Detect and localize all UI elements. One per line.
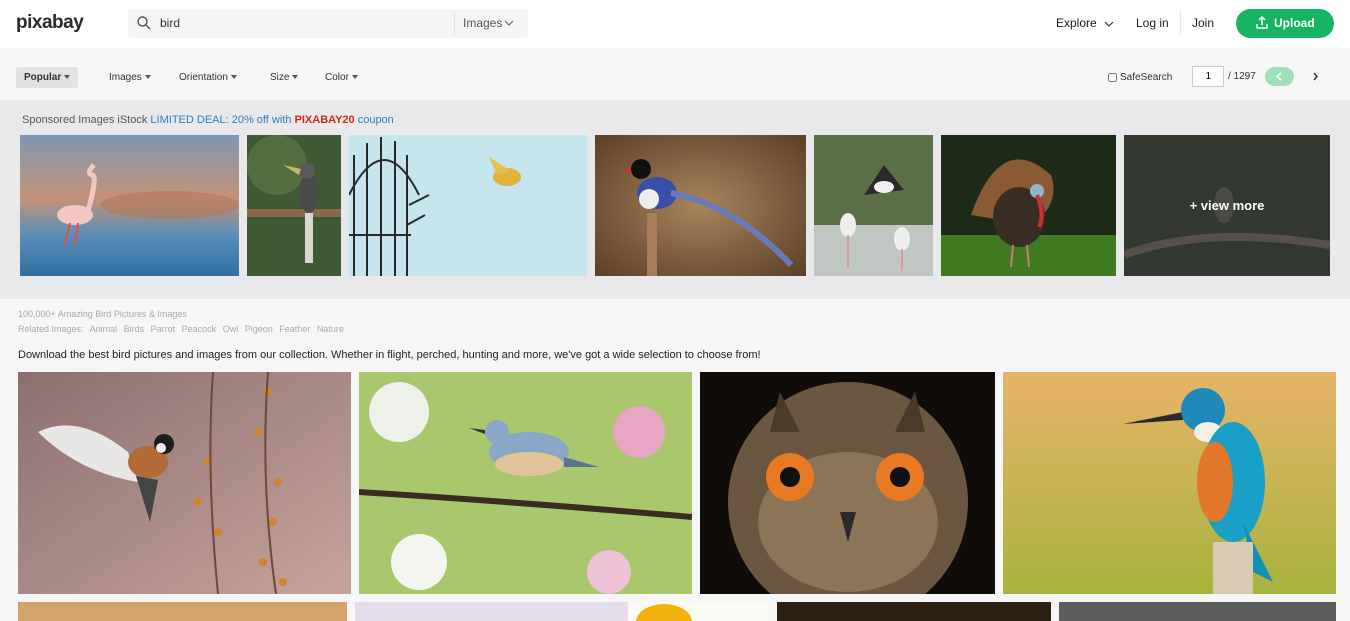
gallery-image-tit-in-flight[interactable] xyxy=(18,372,351,594)
search-bar: Images xyxy=(128,9,528,38)
sponsored-image-turkey[interactable] xyxy=(941,135,1116,276)
join-link[interactable]: Join xyxy=(1192,16,1214,30)
filter-images[interactable]: Images xyxy=(109,67,151,88)
header-bar: pixabay Images Explore Log in Join Uploa… xyxy=(0,0,1350,48)
nuthatch-photo xyxy=(359,372,692,594)
filter-orientation[interactable]: Orientation xyxy=(179,67,237,88)
page-total: / 1297 xyxy=(1228,71,1256,82)
chevron-down-icon xyxy=(1104,21,1114,27)
related-label: Related Images: xyxy=(18,324,84,334)
chevron-right-icon xyxy=(1313,72,1318,81)
filter-label: Images xyxy=(109,72,142,83)
chevron-left-icon xyxy=(1275,72,1282,81)
sponsored-view-more[interactable]: + view more xyxy=(1124,135,1330,276)
storks-photo xyxy=(814,135,933,276)
view-more-label: + view more xyxy=(1189,198,1265,213)
related-images: Related Images: Animal Birds Parrot Peac… xyxy=(18,324,348,334)
filter-label: Color xyxy=(325,72,349,83)
related-link-nature[interactable]: Nature xyxy=(317,324,344,334)
caret-down-icon xyxy=(64,75,71,80)
caret-down-icon xyxy=(230,75,237,80)
safesearch-checkbox[interactable] xyxy=(1108,72,1117,82)
filter-bar: Popular Images Orientation Size Color Sa… xyxy=(0,48,1350,100)
gallery-image-row2-3[interactable] xyxy=(628,602,769,621)
gallery-image-row2-2[interactable] xyxy=(355,602,628,621)
pixabay-logo[interactable]: pixabay xyxy=(16,12,84,34)
tit-in-flight-photo xyxy=(18,372,351,594)
gallery-image-row2-4[interactable] xyxy=(777,602,1051,621)
upload-label: Upload xyxy=(1274,16,1315,30)
upload-icon xyxy=(1256,16,1268,29)
caret-down-icon xyxy=(292,75,299,80)
sponsored-image-flamingo[interactable] xyxy=(20,135,239,276)
related-link-parrot[interactable]: Parrot xyxy=(151,324,176,334)
sponsored-prefix: Sponsored Images iStock xyxy=(22,114,148,126)
nav-divider xyxy=(1180,11,1181,35)
filter-size[interactable]: Size xyxy=(270,67,299,88)
related-link-owl[interactable]: Owl xyxy=(223,324,239,334)
filter-popular[interactable]: Popular xyxy=(16,67,79,88)
deal-link[interactable]: LIMITED DEAL: 20% off with xyxy=(150,114,291,126)
gallery-image-nuthatch[interactable] xyxy=(359,372,692,594)
gallery-image-row2-1[interactable] xyxy=(18,602,347,621)
filter-label: Orientation xyxy=(179,72,228,83)
related-link-pigeon[interactable]: Pigeon xyxy=(245,324,273,334)
related-link-birds[interactable]: Birds xyxy=(124,324,145,334)
explore-menu[interactable]: Explore xyxy=(1056,16,1114,30)
next-page-button[interactable] xyxy=(1303,67,1327,86)
sponsored-image-storks[interactable] xyxy=(814,135,933,276)
sponsored-image-hornbill[interactable] xyxy=(247,135,341,276)
blue-magpie-photo xyxy=(595,135,806,276)
results-description: Download the best bird pictures and imag… xyxy=(18,349,761,361)
turkey-photo xyxy=(941,135,1116,276)
flamingo-photo xyxy=(20,135,239,276)
safesearch-toggle[interactable]: SafeSearch xyxy=(1108,72,1172,83)
sponsored-section: Sponsored Images iStock LIMITED DEAL: 20… xyxy=(0,100,1350,299)
search-icon xyxy=(137,16,151,30)
search-input[interactable] xyxy=(160,12,450,34)
related-link-feather[interactable]: Feather xyxy=(279,324,310,334)
gallery-image-owl[interactable] xyxy=(700,372,995,594)
bird-cage-photo xyxy=(349,135,587,276)
page-number-input[interactable] xyxy=(1192,66,1224,87)
login-link[interactable]: Log in xyxy=(1136,16,1169,30)
hornbill-photo xyxy=(247,135,341,276)
related-link-animal[interactable]: Animal xyxy=(90,324,118,334)
results-title: 100,000+ Amazing Bird Pictures & Images xyxy=(18,309,187,319)
owl-photo xyxy=(700,372,995,594)
yellow-bird-photo xyxy=(636,604,692,621)
gallery-image-row2-5[interactable] xyxy=(1059,602,1336,621)
search-type-label: Images xyxy=(463,16,503,30)
safesearch-label: SafeSearch xyxy=(1120,72,1173,83)
chevron-down-icon xyxy=(504,20,514,26)
sponsored-image-blue-magpie[interactable] xyxy=(595,135,806,276)
sponsored-banner: Sponsored Images iStock LIMITED DEAL: 20… xyxy=(22,114,394,126)
related-link-peacock[interactable]: Peacock xyxy=(182,324,217,334)
caret-down-icon xyxy=(144,75,151,80)
filter-label: Popular xyxy=(24,72,62,83)
prev-page-button[interactable] xyxy=(1265,67,1294,86)
explore-label: Explore xyxy=(1056,16,1097,30)
coupon-link[interactable]: coupon xyxy=(358,114,394,126)
kingfisher-photo xyxy=(1003,372,1336,594)
sponsored-image-bird-cage[interactable] xyxy=(349,135,587,276)
filter-label: Size xyxy=(270,72,290,83)
filter-color[interactable]: Color xyxy=(325,67,358,88)
caret-down-icon xyxy=(351,75,358,80)
coupon-code[interactable]: PIXABAY20 xyxy=(295,114,355,126)
gallery-image-kingfisher[interactable] xyxy=(1003,372,1336,594)
search-type-dropdown[interactable]: Images xyxy=(454,12,526,35)
upload-button[interactable]: Upload xyxy=(1236,9,1334,38)
